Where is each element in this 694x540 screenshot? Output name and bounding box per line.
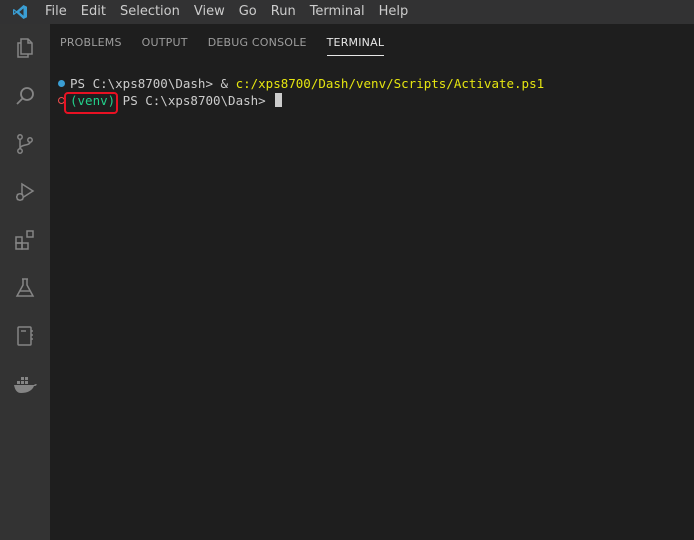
docker-icon[interactable] — [0, 360, 50, 408]
run-debug-icon[interactable] — [0, 168, 50, 216]
terminal-cursor — [275, 93, 283, 107]
command-success-decoration[interactable] — [58, 80, 65, 87]
source-control-icon[interactable] — [0, 120, 50, 168]
menu-go[interactable]: Go — [232, 0, 264, 24]
menu-edit[interactable]: Edit — [74, 0, 113, 24]
bottom-panel: PROBLEMS OUTPUT DEBUG CONSOLE TERMINAL P… — [50, 24, 694, 540]
terminal-line-1: PS C:\xps8700\Dash> & c:/xps8700/Dash/ve… — [70, 75, 544, 92]
tab-debug-console[interactable]: DEBUG CONSOLE — [198, 24, 317, 62]
menu-view[interactable]: View — [187, 0, 232, 24]
terminal-command: c:/xps8700/Dash/venv/Scripts/Activate.ps… — [235, 76, 545, 91]
activity-bar — [0, 24, 50, 540]
terminal-area[interactable]: PS C:\xps8700\Dash> & c:/xps8700/Dash/ve… — [50, 74, 694, 540]
panel-tabs: PROBLEMS OUTPUT DEBUG CONSOLE TERMINAL — [50, 24, 694, 62]
menu-terminal[interactable]: Terminal — [303, 0, 372, 24]
explorer-icon[interactable] — [0, 24, 50, 72]
terminal-prompt: PS C:\xps8700\Dash> — [70, 76, 221, 91]
testing-icon[interactable] — [0, 264, 50, 312]
vscode-logo-icon[interactable] — [8, 0, 32, 24]
menu-run[interactable]: Run — [264, 0, 303, 24]
menu-selection[interactable]: Selection — [113, 0, 187, 24]
tab-output[interactable]: OUTPUT — [132, 24, 198, 62]
notebook-icon[interactable] — [0, 312, 50, 360]
menu-file[interactable]: File — [38, 0, 74, 24]
extensions-icon[interactable] — [0, 216, 50, 264]
menu-help[interactable]: Help — [372, 0, 416, 24]
terminal-operator: & — [220, 76, 236, 91]
search-icon[interactable] — [0, 72, 50, 120]
tab-problems[interactable]: PROBLEMS — [50, 24, 132, 62]
title-bar: File Edit Selection View Go Run Terminal… — [0, 0, 694, 24]
venv-highlight-box — [64, 92, 118, 114]
tab-terminal[interactable]: TERMINAL — [317, 24, 395, 62]
terminal-prompt-2: PS C:\xps8700\Dash> — [115, 93, 274, 108]
